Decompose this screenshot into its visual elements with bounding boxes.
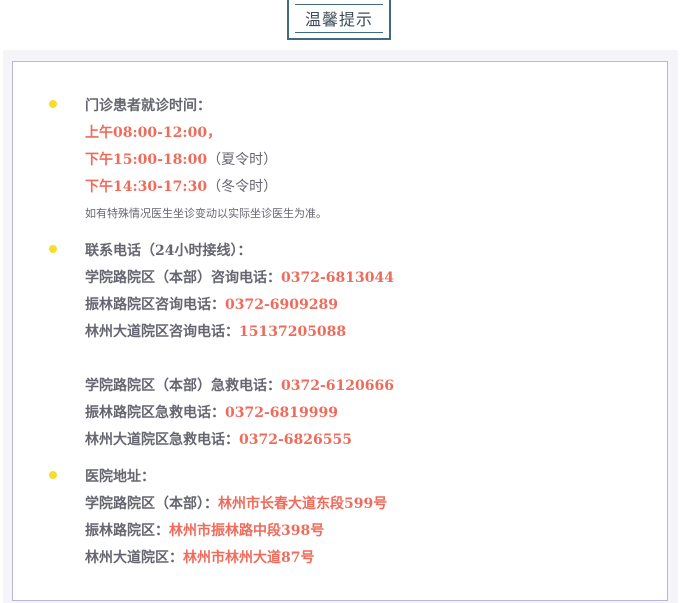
consult-phone-number: 0372-6909289 [225, 297, 338, 313]
address-value: 林州市振林路中段398号 [169, 523, 325, 539]
address-row: 林州大道院区：林州市林州大道87号 [85, 549, 314, 567]
emergency-phone-number: 0372-6120666 [281, 378, 394, 394]
address-label: 学院路院区（本部）： [85, 496, 218, 512]
address-label: 林州大道院区： [85, 550, 183, 566]
consult-phone-label: 振林路院区咨询电话： [85, 297, 225, 313]
emergency-phone-label: 林州大道院区急救电话： [85, 432, 239, 448]
hours-winter-note: （冬令时） [207, 179, 278, 195]
title-top-rule [295, 4, 383, 5]
address-value: 林州市长春大道东段599号 [218, 496, 388, 512]
phones-heading: 联系电话（24小时接线）： [85, 243, 252, 259]
bullet-dot-icon [49, 245, 57, 253]
consult-phone-label: 林州大道院区咨询电话： [85, 324, 239, 340]
info-panel: 门诊患者就诊时间： 上午08:00-12:00， 下午15:00-18:00（夏… [12, 61, 668, 601]
address-row: 振林路院区：林州市振林路中段398号 [85, 522, 324, 540]
page: 温馨提示 门诊患者就诊时间： 上午08:00-12:00， 下午15:00-18… [0, 0, 681, 603]
emergency-phone-row: 学院路院区（本部）急救电话：0372-6120666 [85, 377, 394, 395]
address-heading: 医院地址： [85, 469, 155, 485]
emergency-phone-number: 0372-6826555 [239, 432, 352, 448]
consult-phone-row: 振林路院区咨询电话：0372-6909289 [85, 296, 338, 314]
hours-winter-row: 下午14:30-17:30（冬令时） [85, 178, 277, 196]
hours-summer-row: 下午15:00-18:00（夏令时） [85, 151, 277, 169]
hours-heading: 门诊患者就诊时间： [85, 98, 211, 114]
consult-phone-row: 林州大道院区咨询电话：15137205088 [85, 323, 346, 341]
address-value: 林州市林州大道87号 [183, 550, 315, 566]
emergency-phone-row: 振林路院区急救电话：0372-6819999 [85, 404, 338, 422]
title-badge: 温馨提示 [287, 0, 391, 40]
emergency-phone-row: 林州大道院区急救电话：0372-6826555 [85, 431, 352, 449]
consult-phone-label: 学院路院区（本部）咨询电话： [85, 270, 281, 286]
hours-morning: 上午08:00-12:00， [85, 125, 222, 141]
emergency-phone-label: 学院路院区（本部）急救电话： [85, 378, 281, 394]
emergency-phone-number: 0372-6819999 [225, 405, 338, 421]
page-title: 温馨提示 [304, 10, 373, 29]
consult-phone-number: 15137205088 [239, 324, 347, 340]
hours-footnote: 如有特殊情况医生坐诊变动以实际坐诊医生为准。 [85, 207, 327, 220]
title-bottom-rule [295, 32, 383, 33]
consult-phone-row: 学院路院区（本部）咨询电话：0372-6813044 [85, 269, 394, 287]
bullet-dot-icon [49, 471, 57, 479]
consult-phone-number: 0372-6813044 [281, 270, 394, 286]
bullet-dot-icon [49, 100, 57, 108]
emergency-phone-label: 振林路院区急救电话： [85, 405, 225, 421]
hours-summer-note: （夏令时） [207, 152, 278, 168]
hours-winter-time: 下午14:30-17:30 [85, 179, 208, 195]
hours-summer-time: 下午15:00-18:00 [85, 152, 208, 168]
address-label: 振林路院区： [85, 523, 169, 539]
address-row: 学院路院区（本部）：林州市长春大道东段599号 [85, 495, 387, 513]
